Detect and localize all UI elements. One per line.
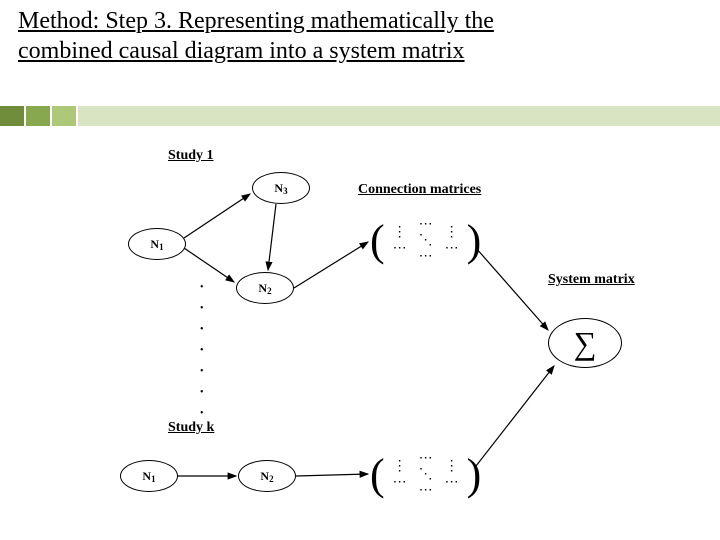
label-study-k: Study k <box>168 420 214 436</box>
label-study-1: Study 1 <box>168 148 214 164</box>
node-n2-study1: N2 <box>236 272 294 304</box>
node-n3: N3 <box>252 172 310 204</box>
node-n1-studyk: N1 <box>120 460 178 492</box>
slide: { "title": "Method: Step 3. Representing… <box>0 0 720 540</box>
label-system-matrix: System matrix <box>548 272 635 288</box>
arrows-overlay <box>0 0 720 540</box>
node-n1-study1: N1 <box>128 228 186 260</box>
vertical-ellipsis: ••••••• <box>200 282 204 419</box>
connection-matrix-1: ( ⋮ ⋯ ⋯ ⋱ ⋯ ⋮ ⋯ ) <box>370 218 485 264</box>
connection-matrix-2: ( ⋮ ⋯ ⋯ ⋱ ⋯ ⋮ ⋯ ) <box>370 452 485 498</box>
node-system-matrix: ∑ <box>548 318 622 368</box>
node-n2-studyk: N2 <box>238 460 296 492</box>
slide-title: Method: Step 3. Representing mathematica… <box>18 6 578 66</box>
sigma-icon: ∑ <box>574 325 597 362</box>
label-connection-matrices: Connection matrices <box>358 182 481 198</box>
decorative-band <box>0 106 720 126</box>
